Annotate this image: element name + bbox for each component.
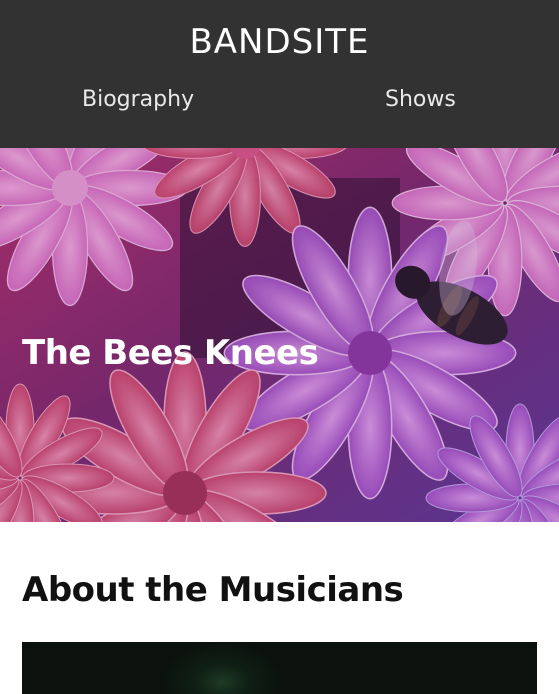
nav-link-shows[interactable]: Shows bbox=[385, 84, 456, 116]
about-musicians-heading: About the Musicians bbox=[22, 570, 404, 610]
hero-banner: The Bees Knees bbox=[0, 148, 559, 522]
musicians-photo bbox=[22, 642, 537, 694]
hero-title: The Bees Knees bbox=[22, 332, 319, 373]
site-logo[interactable]: BANDSITE bbox=[0, 20, 559, 64]
site-header: BANDSITE Biography Shows bbox=[0, 0, 559, 148]
nav-link-biography[interactable]: Biography bbox=[82, 84, 194, 116]
